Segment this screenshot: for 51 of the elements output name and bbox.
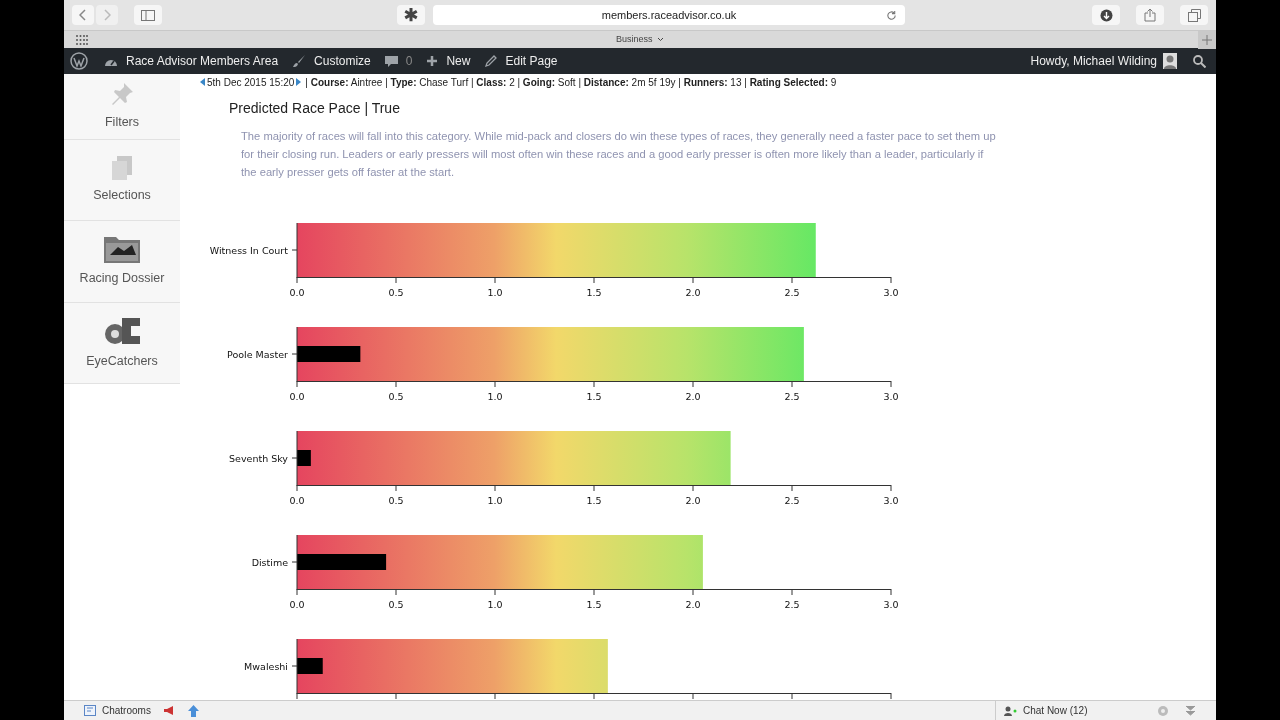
runner-name: Poole Master: [227, 349, 288, 360]
tick-label: 3.0: [883, 495, 899, 506]
chat-now-button[interactable]: Chat Now (12): [995, 701, 1145, 720]
sidebar-item[interactable]: EyeCatchers: [64, 303, 180, 384]
new-link[interactable]: New: [426, 52, 471, 70]
runner-name: Seventh Sky: [229, 453, 288, 464]
tick-label: 1.5: [586, 391, 602, 402]
tick-label: 1.0: [487, 391, 503, 402]
tick-label: 2.5: [784, 599, 800, 610]
section-title: Predicted Race Pace | True: [229, 99, 401, 118]
comments-link[interactable]: 0: [384, 52, 413, 70]
edit-page-link[interactable]: Edit Page: [484, 52, 558, 70]
customize-link[interactable]: Customize: [292, 52, 371, 70]
tick-label: 3.0: [883, 287, 899, 298]
runner-name: Witness In Court: [209, 245, 288, 256]
tick-label: 2.5: [784, 495, 800, 506]
sidebar-item[interactable]: Selections: [64, 140, 180, 221]
tab-group-menu[interactable]: Business: [616, 32, 664, 47]
description: The majority of races will fall into this category. While mid-pack and closers do win these types of races, they generally need a faster pace to set them up for their closing run. Leaders or early pressers will most often win these races and a good early presser is often more likely than a leader, particularly if the early presser gets off faster at the start.: [241, 129, 997, 180]
tick-label: 1.0: [487, 495, 503, 506]
tick-label: 0.5: [388, 599, 404, 610]
tick-label: 0.0: [289, 287, 305, 298]
tick-label: 2.5: [784, 287, 800, 298]
sidebar-item[interactable]: Filters: [64, 74, 180, 140]
sidebar-item[interactable]: Racing Dossier: [64, 221, 180, 303]
tick-label: 1.5: [586, 495, 602, 506]
race-details: | Course: Aintree | Type: Chase Turf | Class: 2 | Going: Soft | Distance: 2m 5f 19y | Runners: 13 | Rating Selected: 9: [305, 75, 837, 90]
race-date: 5th Dec 2015 15:20: [207, 75, 295, 90]
account-menu[interactable]: Howdy, Michael Wilding: [1030, 52, 1177, 70]
tick-label: 2.0: [685, 495, 701, 506]
tick-label: 0.0: [289, 495, 305, 506]
tick-label: 0.5: [388, 495, 404, 506]
tick-label: 0.0: [289, 391, 305, 402]
tick-label: 0.0: [289, 599, 305, 610]
tick-label: 2.0: [685, 287, 701, 298]
runner-name: Mwaleshi: [244, 661, 288, 672]
tick-label: 0.5: [388, 287, 404, 298]
tick-label: 1.5: [586, 599, 602, 610]
tick-label: 3.0: [883, 391, 899, 402]
tick-label: 3.0: [883, 599, 899, 610]
address-bar[interactable]: members.raceadvisor.co.uk: [433, 5, 905, 25]
tick-label: 2.5: [784, 391, 800, 402]
tick-label: 2.0: [685, 391, 701, 402]
tick-label: 0.5: [388, 391, 404, 402]
site-link[interactable]: Race Advisor Members Area: [104, 52, 279, 70]
runner-name: Distime: [251, 557, 288, 568]
tick-label: 2.0: [685, 599, 701, 610]
tick-label: 1.0: [487, 287, 503, 298]
tick-label: 1.0: [487, 599, 503, 610]
tick-label: 1.5: [586, 287, 602, 298]
chatrooms-button[interactable]: Chatrooms: [84, 703, 151, 718]
